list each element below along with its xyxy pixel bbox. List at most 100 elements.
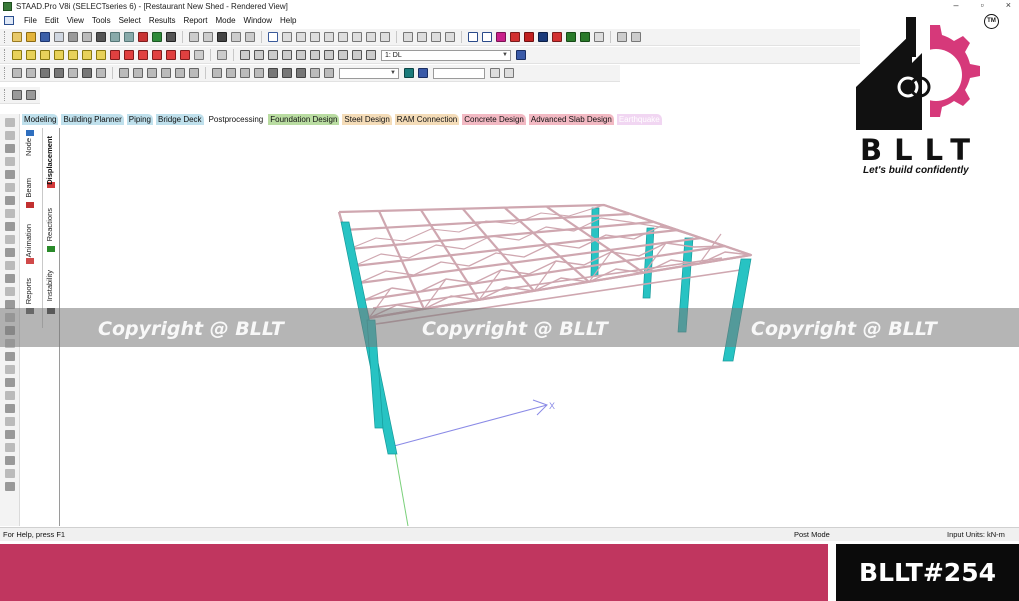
select-solid-icon[interactable] <box>5 157 15 166</box>
menu-help[interactable]: Help <box>276 16 300 25</box>
view-back-icon[interactable] <box>26 50 36 60</box>
geometry-cursor-icon[interactable] <box>82 68 92 78</box>
minimize-button[interactable]: – <box>954 0 959 10</box>
node-label-icon[interactable] <box>403 32 413 42</box>
rotate-down-icon[interactable] <box>124 50 134 60</box>
stretch-icon[interactable] <box>5 391 15 400</box>
zoom-window-icon[interactable] <box>217 50 227 60</box>
find-icon[interactable] <box>352 50 362 60</box>
node-cursor-icon[interactable] <box>12 68 22 78</box>
pin-icon[interactable] <box>5 469 15 478</box>
menu-window[interactable]: Window <box>240 16 276 25</box>
scale-icon[interactable] <box>404 68 414 78</box>
intersect-icon[interactable] <box>5 365 15 374</box>
circular-repeat-icon[interactable] <box>175 68 185 78</box>
load-icon[interactable] <box>594 32 604 42</box>
loop-icon[interactable] <box>496 32 506 42</box>
view-top-icon[interactable] <box>68 50 78 60</box>
moment-icon[interactable] <box>268 68 278 78</box>
beam-stress-icon[interactable] <box>254 68 264 78</box>
shear-icon[interactable] <box>282 68 292 78</box>
view-left-icon[interactable] <box>40 50 50 60</box>
support-icon[interactable] <box>580 32 590 42</box>
results-table-icon[interactable] <box>26 90 36 100</box>
print-preview-icon[interactable] <box>189 32 199 42</box>
tab-postprocessing[interactable]: Postprocessing <box>206 114 266 125</box>
load-case-select[interactable]: 1: DL ▼ <box>381 49 511 61</box>
axis-icon[interactable] <box>445 32 455 42</box>
run-icon[interactable] <box>5 443 15 452</box>
page-tab-animation[interactable]: Animation <box>24 224 33 257</box>
scale-value-input[interactable] <box>433 67 485 79</box>
magnify-icon[interactable] <box>324 50 334 60</box>
translational-repeat-icon[interactable] <box>161 68 171 78</box>
page-icon[interactable] <box>12 90 22 100</box>
menu-view[interactable]: View <box>63 16 88 25</box>
down-arrow-icon[interactable] <box>504 68 514 78</box>
zoom-in-icon[interactable] <box>240 50 250 60</box>
zoom-previous-icon[interactable] <box>296 50 306 60</box>
pointer-icon[interactable] <box>166 32 176 42</box>
menu-tools[interactable]: Tools <box>88 16 115 25</box>
section-icon[interactable] <box>482 32 492 42</box>
picture-icon[interactable] <box>231 32 241 42</box>
snap-node-icon[interactable] <box>5 274 15 283</box>
spec-icon[interactable] <box>566 32 576 42</box>
new-file-icon[interactable] <box>12 32 22 42</box>
solid-icon[interactable] <box>324 32 334 42</box>
move-icon[interactable] <box>189 68 199 78</box>
beam-label-icon[interactable] <box>417 32 427 42</box>
page-tab-reports[interactable]: Reports <box>24 278 33 304</box>
zoom-extents-icon[interactable] <box>310 50 320 60</box>
camera-icon[interactable] <box>217 32 227 42</box>
measure-icon[interactable] <box>380 32 390 42</box>
cut-icon[interactable] <box>68 32 78 42</box>
redo-icon[interactable] <box>124 32 134 42</box>
beam-icon[interactable] <box>296 32 306 42</box>
stress-icon[interactable] <box>240 68 250 78</box>
open-folder-icon[interactable] <box>26 32 36 42</box>
connect-icon[interactable] <box>5 404 15 413</box>
tab-advanced-slab-design[interactable]: Advanced Slab Design <box>528 114 614 125</box>
view-iso-icon[interactable] <box>96 50 106 60</box>
move-node-icon[interactable] <box>5 235 15 244</box>
undo-icon[interactable] <box>110 32 120 42</box>
output-icon[interactable] <box>617 32 627 42</box>
tab-earthquake[interactable]: Earthquake <box>616 114 662 125</box>
insert-node-icon[interactable] <box>5 287 15 296</box>
rotate-left-icon[interactable] <box>138 50 148 60</box>
select-all-icon[interactable] <box>5 196 15 205</box>
window-icon[interactable] <box>268 32 278 42</box>
tab-steel-design[interactable]: Steel Design <box>342 114 392 125</box>
page-tab-instability[interactable]: Instability <box>45 270 54 301</box>
tab-modeling[interactable]: Modeling <box>22 114 59 125</box>
display-icon[interactable] <box>338 50 348 60</box>
solid-cursor-icon[interactable] <box>54 68 64 78</box>
tab-piping[interactable]: Piping <box>126 114 153 125</box>
view-front-icon[interactable] <box>12 50 22 60</box>
menu-file[interactable]: File <box>20 16 41 25</box>
node-icon[interactable] <box>338 32 348 42</box>
page-tab-displacement[interactable]: Displacement <box>45 136 54 185</box>
spin-left-icon[interactable] <box>166 50 176 60</box>
document-menu-icon[interactable] <box>4 15 14 25</box>
view-manager-icon[interactable] <box>366 50 376 60</box>
results-filter-select[interactable]: ▼ <box>339 67 399 79</box>
export-icon[interactable] <box>245 32 255 42</box>
grid-icon[interactable] <box>152 32 162 42</box>
select-inverse-icon[interactable] <box>5 222 15 231</box>
tab-concrete-design[interactable]: Concrete Design <box>462 114 526 125</box>
select-plate-icon[interactable] <box>5 144 15 153</box>
display-settings-icon[interactable] <box>5 430 15 439</box>
page-tab-reactions[interactable]: Reactions <box>45 208 54 241</box>
save-icon[interactable] <box>40 32 50 42</box>
menu-results[interactable]: Results <box>145 16 180 25</box>
extrude-icon[interactable] <box>5 482 15 491</box>
restore-button[interactable]: ▫ <box>981 0 984 10</box>
surface-cursor-icon[interactable] <box>68 68 78 78</box>
zoom-out-icon[interactable] <box>268 50 278 60</box>
deflection-icon[interactable] <box>324 68 334 78</box>
displacement-icon[interactable] <box>226 68 236 78</box>
toolbar-grip[interactable] <box>4 89 7 101</box>
menu-mode[interactable]: Mode <box>212 16 240 25</box>
